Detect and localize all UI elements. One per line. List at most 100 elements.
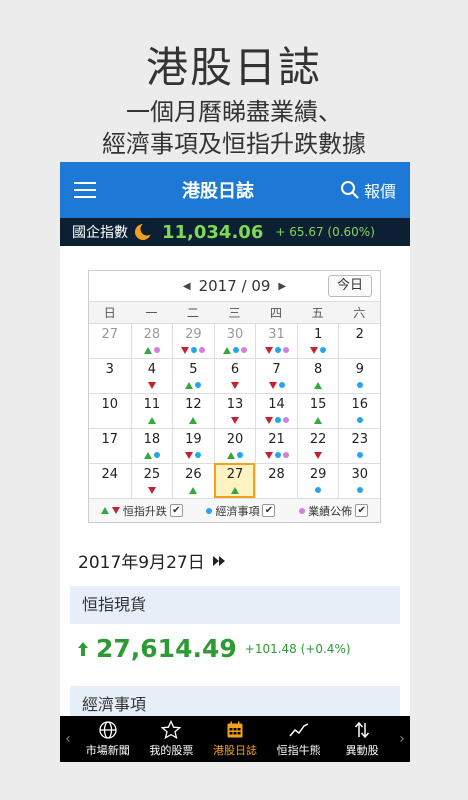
calendar-day[interactable]: 30 [338, 463, 380, 498]
tab-label: 港股日誌 [212, 744, 257, 757]
calendar-day[interactable]: 1 [296, 323, 339, 358]
day-markers [132, 449, 173, 461]
promo-subtitle-line2: 經濟事項及恒指升跌數據 [102, 130, 366, 158]
results-dot-icon [299, 507, 306, 514]
econ-dot-icon [195, 382, 202, 388]
calendar-day[interactable]: 29 [172, 323, 214, 358]
up-arrow-icon [226, 451, 235, 459]
day-markers [339, 414, 380, 426]
index-ticker[interactable]: 國企指數 11,034.06 + 65.67 (0.60%) [60, 218, 410, 246]
calendar-day[interactable]: 14 [255, 393, 297, 428]
down-arrow-icon [147, 486, 156, 494]
tab-hsi-cbbc[interactable]: 恒指牛熊 [267, 720, 331, 758]
calendar-day[interactable]: 6 [213, 358, 256, 393]
down-arrow-icon [268, 381, 277, 389]
calendar-day[interactable]: 28 [255, 463, 297, 498]
econ-checkbox[interactable]: ✔ [262, 504, 276, 517]
calendar: ◀ 2017 / 09 ▶ 今日 日 一 二 三 四 五 六 27 28 29 30 3… [88, 270, 381, 523]
calendar-day[interactable]: 16 [338, 393, 380, 428]
day-number: 24 [101, 467, 119, 482]
day-number: 20 [226, 432, 244, 447]
fast-forward-icon[interactable] [212, 555, 225, 566]
day-number: 5 [189, 362, 198, 377]
calendar-day[interactable]: 26 [172, 463, 214, 498]
legend-results-label: 業績公佈 [308, 504, 353, 518]
calendar-day[interactable]: 17 [89, 428, 131, 463]
econ-dot-icon [320, 347, 327, 353]
econ-dot-icon [356, 487, 363, 493]
econ-dot-icon [274, 452, 281, 458]
up-arrow-icon [230, 486, 239, 494]
calendar-day[interactable]: 7 [255, 358, 297, 393]
calendar-day[interactable]: 31 [255, 323, 297, 358]
weekday-label: 日 [89, 301, 131, 323]
calendar-day[interactable]: 8 [296, 358, 339, 393]
tabs-left-icon[interactable]: ‹ [60, 731, 76, 747]
hsi-price: 27,614.49 [96, 634, 237, 663]
calendar-day[interactable]: 12 [172, 393, 214, 428]
menu-icon[interactable] [74, 182, 96, 198]
tabs-right-icon[interactable]: › [394, 731, 410, 747]
day-number: 28 [143, 327, 161, 342]
calendar-day[interactable]: 15 [296, 393, 339, 428]
up-arrow-icon [222, 346, 231, 354]
calendar-day[interactable]: 22 [296, 428, 339, 463]
day-markers [339, 344, 380, 356]
up-arrow-icon [314, 416, 323, 424]
up-arrow-icon [143, 451, 152, 459]
calendar-day[interactable]: 13 [213, 393, 256, 428]
selected-date-row[interactable]: 2017年9月27日 [78, 548, 225, 573]
today-button[interactable]: 今日 [327, 275, 372, 297]
econ-dot-icon [195, 452, 202, 458]
down-arrow-icon [181, 346, 190, 354]
next-month-icon[interactable]: ▶ [278, 281, 286, 292]
tab-hk-diary[interactable]: 港股日誌 [203, 720, 267, 758]
calendar-day[interactable]: 21 [255, 428, 297, 463]
calendar-day[interactable]: 25 [130, 463, 173, 498]
calendar-day[interactable]: 24 [89, 463, 131, 498]
day-number: 25 [143, 467, 161, 482]
calendar-day[interactable]: 29 [296, 463, 339, 498]
day-number: 3 [105, 362, 114, 377]
calendar-day[interactable]: 23 [338, 428, 380, 463]
calendar-day[interactable]: 11 [130, 393, 173, 428]
tab-movers[interactable]: 異動股 [330, 720, 394, 758]
tab-market-news[interactable]: 市場新聞 [76, 720, 140, 758]
calendar-day[interactable]: 27 [89, 323, 131, 358]
weekday-label: 六 [338, 301, 380, 323]
calendar-day[interactable]: 27 [213, 463, 256, 498]
down-arrow-icon [264, 451, 273, 459]
index-price: 11,034.06 [162, 221, 264, 243]
calendar-day[interactable]: 30 [213, 323, 256, 358]
day-number: 14 [268, 397, 285, 412]
day-number: 7 [272, 362, 281, 377]
calendar-day[interactable]: 9 [338, 358, 380, 393]
econ-dot-icon [153, 452, 160, 458]
up-arrow-icon [314, 381, 323, 389]
calendar-day[interactable]: 28 [130, 323, 173, 358]
prev-month-icon[interactable]: ◀ [183, 281, 191, 292]
hsi-checkbox[interactable]: ✔ [169, 504, 183, 517]
calendar-day[interactable]: 20 [213, 428, 256, 463]
results-checkbox[interactable]: ✔ [355, 504, 369, 517]
calendar-day[interactable]: 10 [89, 393, 131, 428]
weekday-label: 五 [296, 301, 339, 323]
calendar-icon [227, 721, 243, 738]
down-arrow-icon [264, 346, 273, 354]
day-markers [132, 379, 173, 391]
calendar-day[interactable]: 18 [130, 428, 173, 463]
day-markers [132, 344, 173, 356]
quote-button[interactable]: 報價 [340, 178, 396, 202]
tab-my-stocks[interactable]: 我的股票 [140, 720, 204, 758]
econ-dot-icon [315, 487, 322, 493]
phone-screen: 港股日誌 報價 國企指數 11,034.06 + 65.67 (0.60%) ◀… [60, 162, 410, 762]
quote-label: 報價 [363, 182, 396, 201]
calendar-day[interactable]: 5 [172, 358, 214, 393]
calendar-day[interactable]: 19 [172, 428, 214, 463]
up-arrow-icon [189, 416, 198, 424]
econ-dot-icon [206, 507, 213, 514]
day-number: 6 [230, 362, 240, 377]
calendar-day[interactable]: 2 [338, 323, 380, 358]
calendar-day[interactable]: 4 [130, 358, 173, 393]
calendar-day[interactable]: 3 [89, 358, 131, 393]
